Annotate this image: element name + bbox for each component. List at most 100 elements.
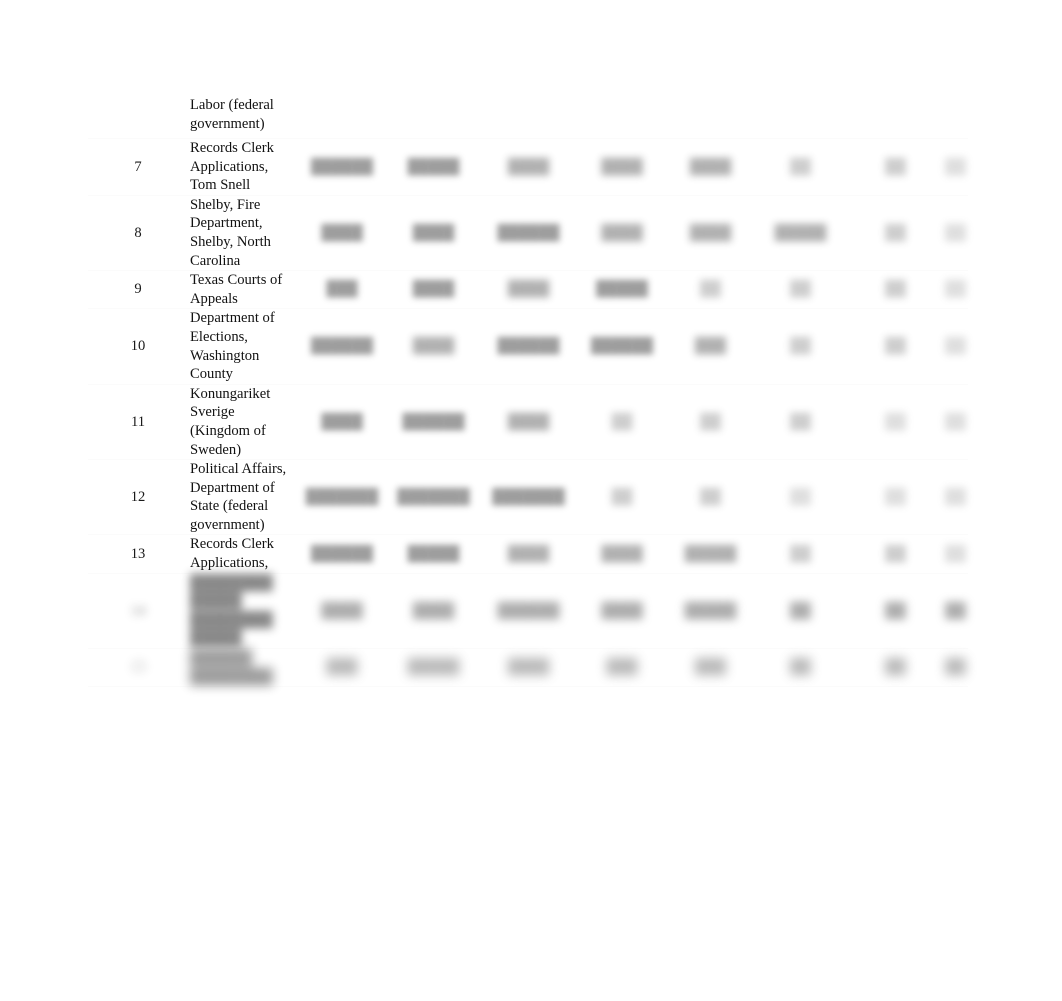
data-value-3: ████ — [481, 138, 576, 196]
data-value-2: █████ — [386, 534, 481, 574]
data-value-5: █████ — [668, 534, 753, 574]
data-value-6: ██ — [753, 648, 848, 688]
data-value-2: ████ — [386, 270, 481, 310]
data-value-7: ██ — [848, 384, 943, 461]
data-value-1: ███ — [298, 648, 386, 688]
row-number: 9 — [88, 270, 188, 310]
data-value-8: ██ — [943, 459, 968, 536]
data-value-5: ██ — [668, 270, 753, 310]
row-number: 13 — [88, 534, 188, 574]
data-value-5: ██ — [668, 459, 753, 536]
data-value-7: ██ — [848, 138, 943, 196]
data-value-2: ████ — [386, 308, 481, 385]
data-value-7: ██ — [848, 648, 943, 688]
data-value-4: ███ — [576, 648, 668, 688]
data-value-6: ██ — [753, 270, 848, 310]
data-value-6: ██ — [753, 534, 848, 574]
data-value-8: ██ — [943, 534, 968, 574]
data-value-3: ████ — [481, 270, 576, 310]
entity-name: Konungariket Sverige (Kingdom of Sweden) — [188, 384, 298, 461]
data-value-2: ████ — [386, 195, 481, 272]
data-value-6: ██ — [753, 138, 848, 196]
data-value-3: ███████ — [481, 459, 576, 536]
data-value-3: ██████ — [481, 308, 576, 385]
data-value-2: ██████ — [386, 384, 481, 461]
data-value-5: ████ — [668, 195, 753, 272]
data-value-7: ██ — [848, 534, 943, 574]
table-row[interactable]: 10 Department of Elections, Washington C… — [88, 308, 968, 385]
row-number: 11 — [88, 384, 188, 461]
data-value-4: ██ — [576, 384, 668, 461]
table-row[interactable]: 15 ██████ ████████ ███ █████ ████ ███ ██… — [88, 648, 968, 688]
data-value-8: ██ — [943, 308, 968, 385]
entity-name: ████████ █████ ████████ █████ — [188, 573, 298, 650]
header-spacer-cell — [88, 88, 968, 139]
data-value-6: ██ — [753, 573, 848, 650]
data-value-8: ██ — [943, 648, 968, 688]
row-number: 10 — [88, 308, 188, 385]
data-value-5: ███ — [668, 648, 753, 688]
data-value-2: █████ — [386, 138, 481, 196]
data-value-7: ██ — [848, 459, 943, 536]
table-row[interactable]: 11 Konungariket Sverige (Kingdom of Swed… — [88, 384, 968, 461]
row-number: 15 — [88, 648, 188, 688]
entity-name: Department of Elections, Washington Coun… — [188, 308, 298, 385]
data-value-5: ████ — [668, 138, 753, 196]
data-value-1: ████ — [298, 195, 386, 272]
data-value-6: ██ — [753, 459, 848, 536]
data-value-1: ███████ — [298, 459, 386, 536]
table-row[interactable]: 13 Records Clerk Applications, ██████ ██… — [88, 534, 968, 574]
data-value-8: ██ — [943, 384, 968, 461]
data-value-8: ██ — [943, 195, 968, 272]
data-value-4: ████ — [576, 138, 668, 196]
entity-name: ██████ ████████ — [188, 648, 298, 688]
data-value-2: ████ — [386, 573, 481, 650]
data-value-1: ████ — [298, 573, 386, 650]
table-row[interactable]: 12 Political Affairs, Department of Stat… — [88, 459, 968, 536]
data-value-2: ███████ — [386, 459, 481, 536]
data-value-8: ██ — [943, 138, 968, 196]
data-value-1: ██████ — [298, 534, 386, 574]
data-value-1: ██████ — [298, 308, 386, 385]
data-value-6: █████ — [753, 195, 848, 272]
header-spacer-row — [88, 88, 968, 139]
data-value-4: ██████ — [576, 308, 668, 385]
row-number: 14 — [88, 573, 188, 650]
data-value-7: ██ — [848, 573, 943, 650]
data-value-8: ██ — [943, 573, 968, 650]
row-number: 7 — [88, 138, 188, 196]
data-value-5: ██ — [668, 384, 753, 461]
entity-name: Shelby, Fire Department, Shelby, North C… — [188, 195, 298, 272]
data-value-7: ██ — [848, 270, 943, 310]
data-value-4: ████ — [576, 534, 668, 574]
data-value-4: ████ — [576, 195, 668, 272]
data-value-3: ████ — [481, 534, 576, 574]
data-value-1: ██████ — [298, 138, 386, 196]
row-number: 8 — [88, 195, 188, 272]
entity-name: Political Affairs, Department of State (… — [188, 459, 298, 536]
data-value-3: ████ — [481, 648, 576, 688]
data-value-3: ██████ — [481, 195, 576, 272]
data-value-7: ██ — [848, 195, 943, 272]
data-value-4: ████ — [576, 573, 668, 650]
data-value-7: ██ — [848, 308, 943, 385]
table-row[interactable]: 9 Texas Courts of Appeals ███ ████ ████ … — [88, 270, 968, 310]
data-value-4: ██ — [576, 459, 668, 536]
entity-name: Records Clerk Applications, — [188, 534, 298, 574]
entity-name: Records Clerk Applications, Tom Snell — [188, 138, 298, 196]
data-table: 7 Records Clerk Applications, Tom Snell … — [88, 88, 968, 688]
row-number: 12 — [88, 459, 188, 536]
table-row[interactable]: 14 ████████ █████ ████████ █████ ████ ██… — [88, 573, 968, 650]
table-row[interactable]: 8 Shelby, Fire Department, Shelby, North… — [88, 195, 968, 272]
data-value-5: █████ — [668, 573, 753, 650]
table-row[interactable]: 7 Records Clerk Applications, Tom Snell … — [88, 138, 968, 196]
data-value-6: ██ — [753, 308, 848, 385]
data-value-1: ███ — [298, 270, 386, 310]
data-value-8: ██ — [943, 270, 968, 310]
table-body: 7 Records Clerk Applications, Tom Snell … — [88, 88, 968, 688]
data-value-3: ████ — [481, 384, 576, 461]
data-value-3: ██████ — [481, 573, 576, 650]
data-value-5: ███ — [668, 308, 753, 385]
data-value-1: ████ — [298, 384, 386, 461]
data-value-4: █████ — [576, 270, 668, 310]
